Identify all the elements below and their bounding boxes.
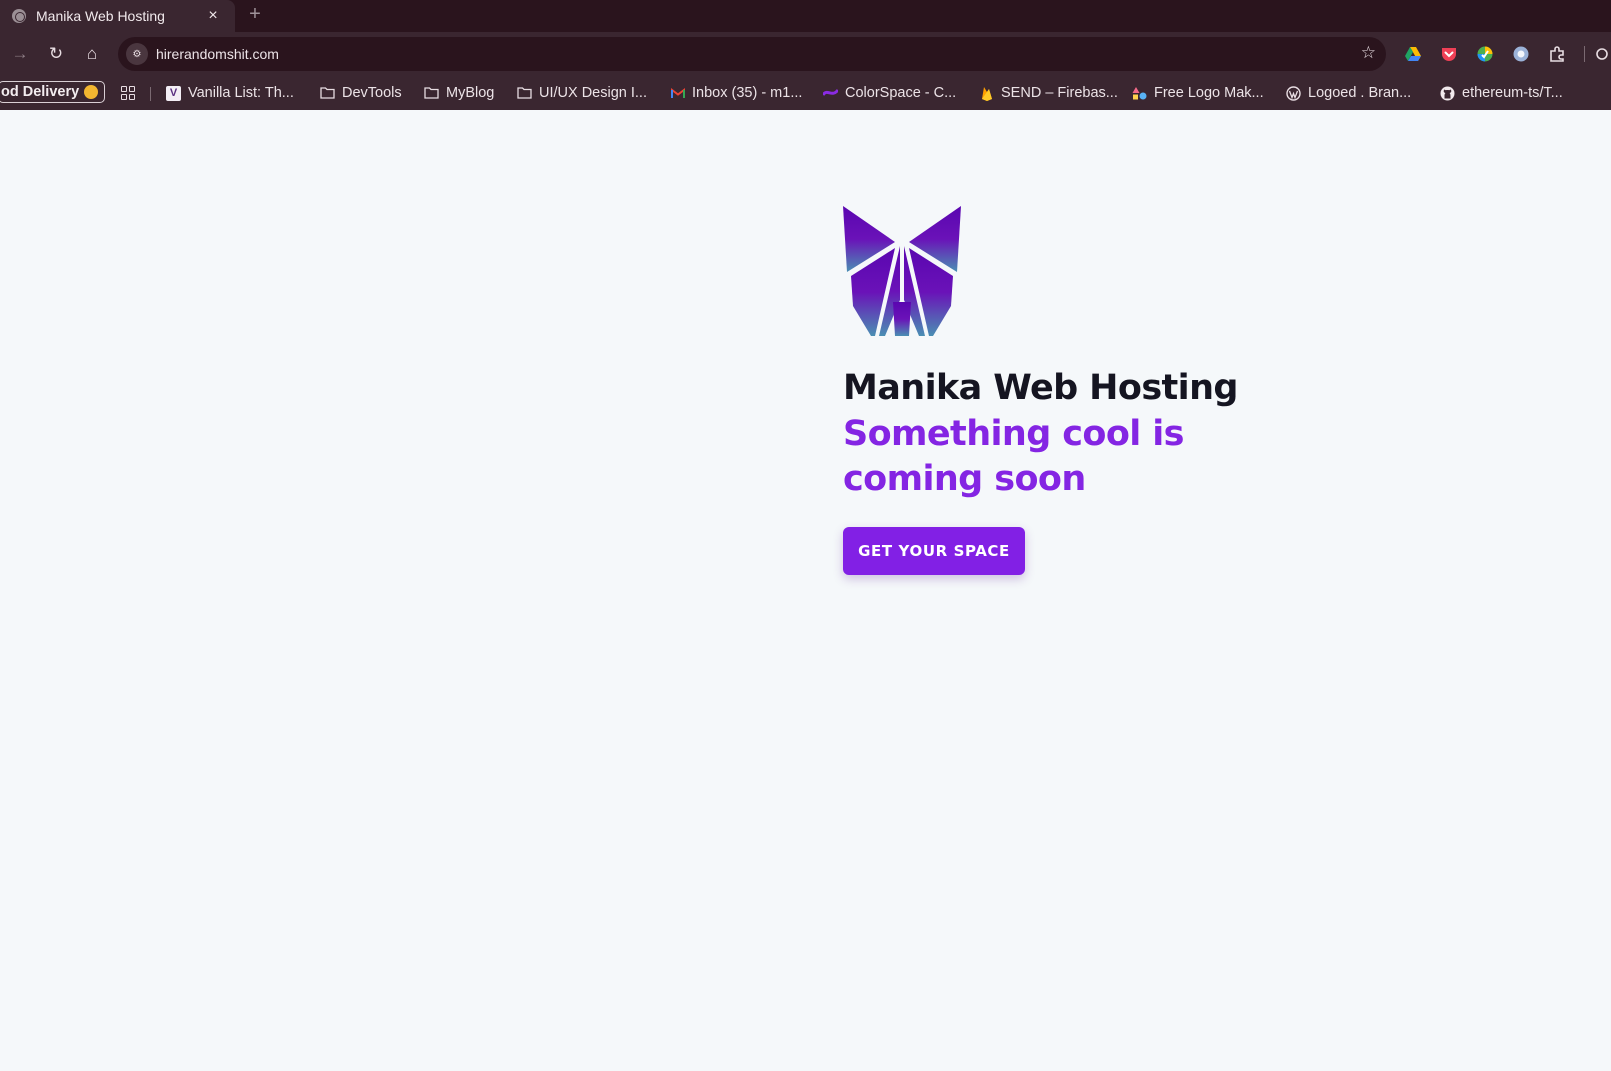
bookmark-star-icon[interactable]: ☆ [1361, 43, 1376, 63]
tab-title: Manika Web Hosting [36, 8, 165, 24]
bookmark-label: Inbox (35) - m1... [692, 85, 803, 101]
bookmark-label: od Delivery [1, 84, 80, 100]
page-heading: Manika Web Hosting [843, 368, 1238, 408]
bookmark-food-delivery[interactable]: od Delivery [0, 81, 106, 103]
bookmark-myblog[interactable]: MyBlog [424, 76, 494, 110]
home-icon[interactable]: ⌂ [79, 41, 105, 67]
burger-emoji-icon [84, 85, 99, 99]
folder-icon [517, 86, 532, 101]
close-icon[interactable]: × [204, 7, 222, 25]
page-content: Manika Web Hosting Something cool is com… [0, 110, 1611, 1071]
apps-grid-icon[interactable] [121, 86, 136, 101]
folder-icon [424, 86, 439, 101]
bookmarks-divider [150, 87, 151, 101]
reload-icon[interactable]: ↻ [43, 41, 69, 67]
pocket-icon[interactable] [1439, 44, 1459, 64]
address-bar[interactable]: ⚙ hirerandomshit.com ☆ [118, 37, 1386, 71]
bookmark-uiux-design[interactable]: UI/UX Design I... [517, 76, 647, 110]
new-tab-button[interactable]: + [244, 4, 266, 26]
logo-maker-icon [1132, 86, 1147, 101]
address-bar-url[interactable]: hirerandomshit.com [156, 46, 279, 62]
get-your-space-button[interactable]: GET YOUR SPACE [843, 527, 1025, 575]
bookmark-label: SEND – Firebas... [1001, 85, 1118, 101]
bookmark-inbox[interactable]: Inbox (35) - m1... [670, 76, 802, 110]
bookmark-label: UI/UX Design I... [539, 85, 647, 101]
profile-extension-icon[interactable] [1511, 44, 1531, 64]
bookmark-label: Free Logo Mak... [1154, 85, 1264, 101]
bookmark-label: MyBlog [446, 85, 495, 101]
bookmark-colorspace[interactable]: ColorSpace - C... [823, 76, 956, 110]
folder-icon [320, 86, 335, 101]
wordpress-icon [1286, 85, 1301, 101]
side-panel-icon[interactable] [1593, 44, 1609, 64]
bookmark-label: Vanilla List: Th... [188, 85, 294, 101]
github-icon [1440, 86, 1455, 101]
bookmark-vanilla-list[interactable]: V Vanilla List: Th... [166, 76, 294, 110]
bookmark-label: DevTools [342, 85, 402, 101]
bookmark-label: ColorSpace - C... [845, 85, 957, 101]
toolbar-divider [1584, 46, 1585, 62]
tab-strip: Manika Web Hosting × + [0, 0, 1611, 32]
bookmark-label: ethereum-ts/T... [1462, 85, 1563, 101]
bookmark-label: Logoed . Bran... [1308, 85, 1412, 101]
color-picker-extension-icon[interactable] [1475, 44, 1495, 64]
manika-logo [843, 206, 961, 336]
coming-soon-tagline: Something cool is coming soon [843, 414, 1185, 499]
bookmark-devtools[interactable]: DevTools [320, 76, 402, 110]
firebase-icon [979, 86, 994, 101]
browser-toolbar: → ↻ ⌂ ⚙ hirerandomshit.com ☆ [0, 32, 1611, 76]
colorspace-icon [823, 86, 838, 101]
bookmark-free-logo-maker[interactable]: Free Logo Mak... [1132, 76, 1264, 110]
forward-icon[interactable]: → [7, 41, 33, 67]
bookmark-firebase-send[interactable]: SEND – Firebas... [979, 76, 1118, 110]
gmail-icon [670, 86, 685, 101]
vanilla-list-icon: V [166, 85, 181, 101]
site-info-icon[interactable]: ⚙ [126, 43, 148, 65]
tab-manika-web-hosting[interactable]: Manika Web Hosting × [0, 0, 235, 32]
extensions-puzzle-icon[interactable] [1547, 44, 1567, 64]
globe-icon [12, 9, 26, 23]
google-drive-icon[interactable] [1403, 44, 1423, 64]
bookmarks-bar: od Delivery V Vanilla List: Th... DevToo… [0, 76, 1611, 110]
bookmark-logoed[interactable]: Logoed . Bran... [1286, 76, 1411, 110]
bookmark-ethereum-ts[interactable]: ethereum-ts/T... [1440, 76, 1563, 110]
